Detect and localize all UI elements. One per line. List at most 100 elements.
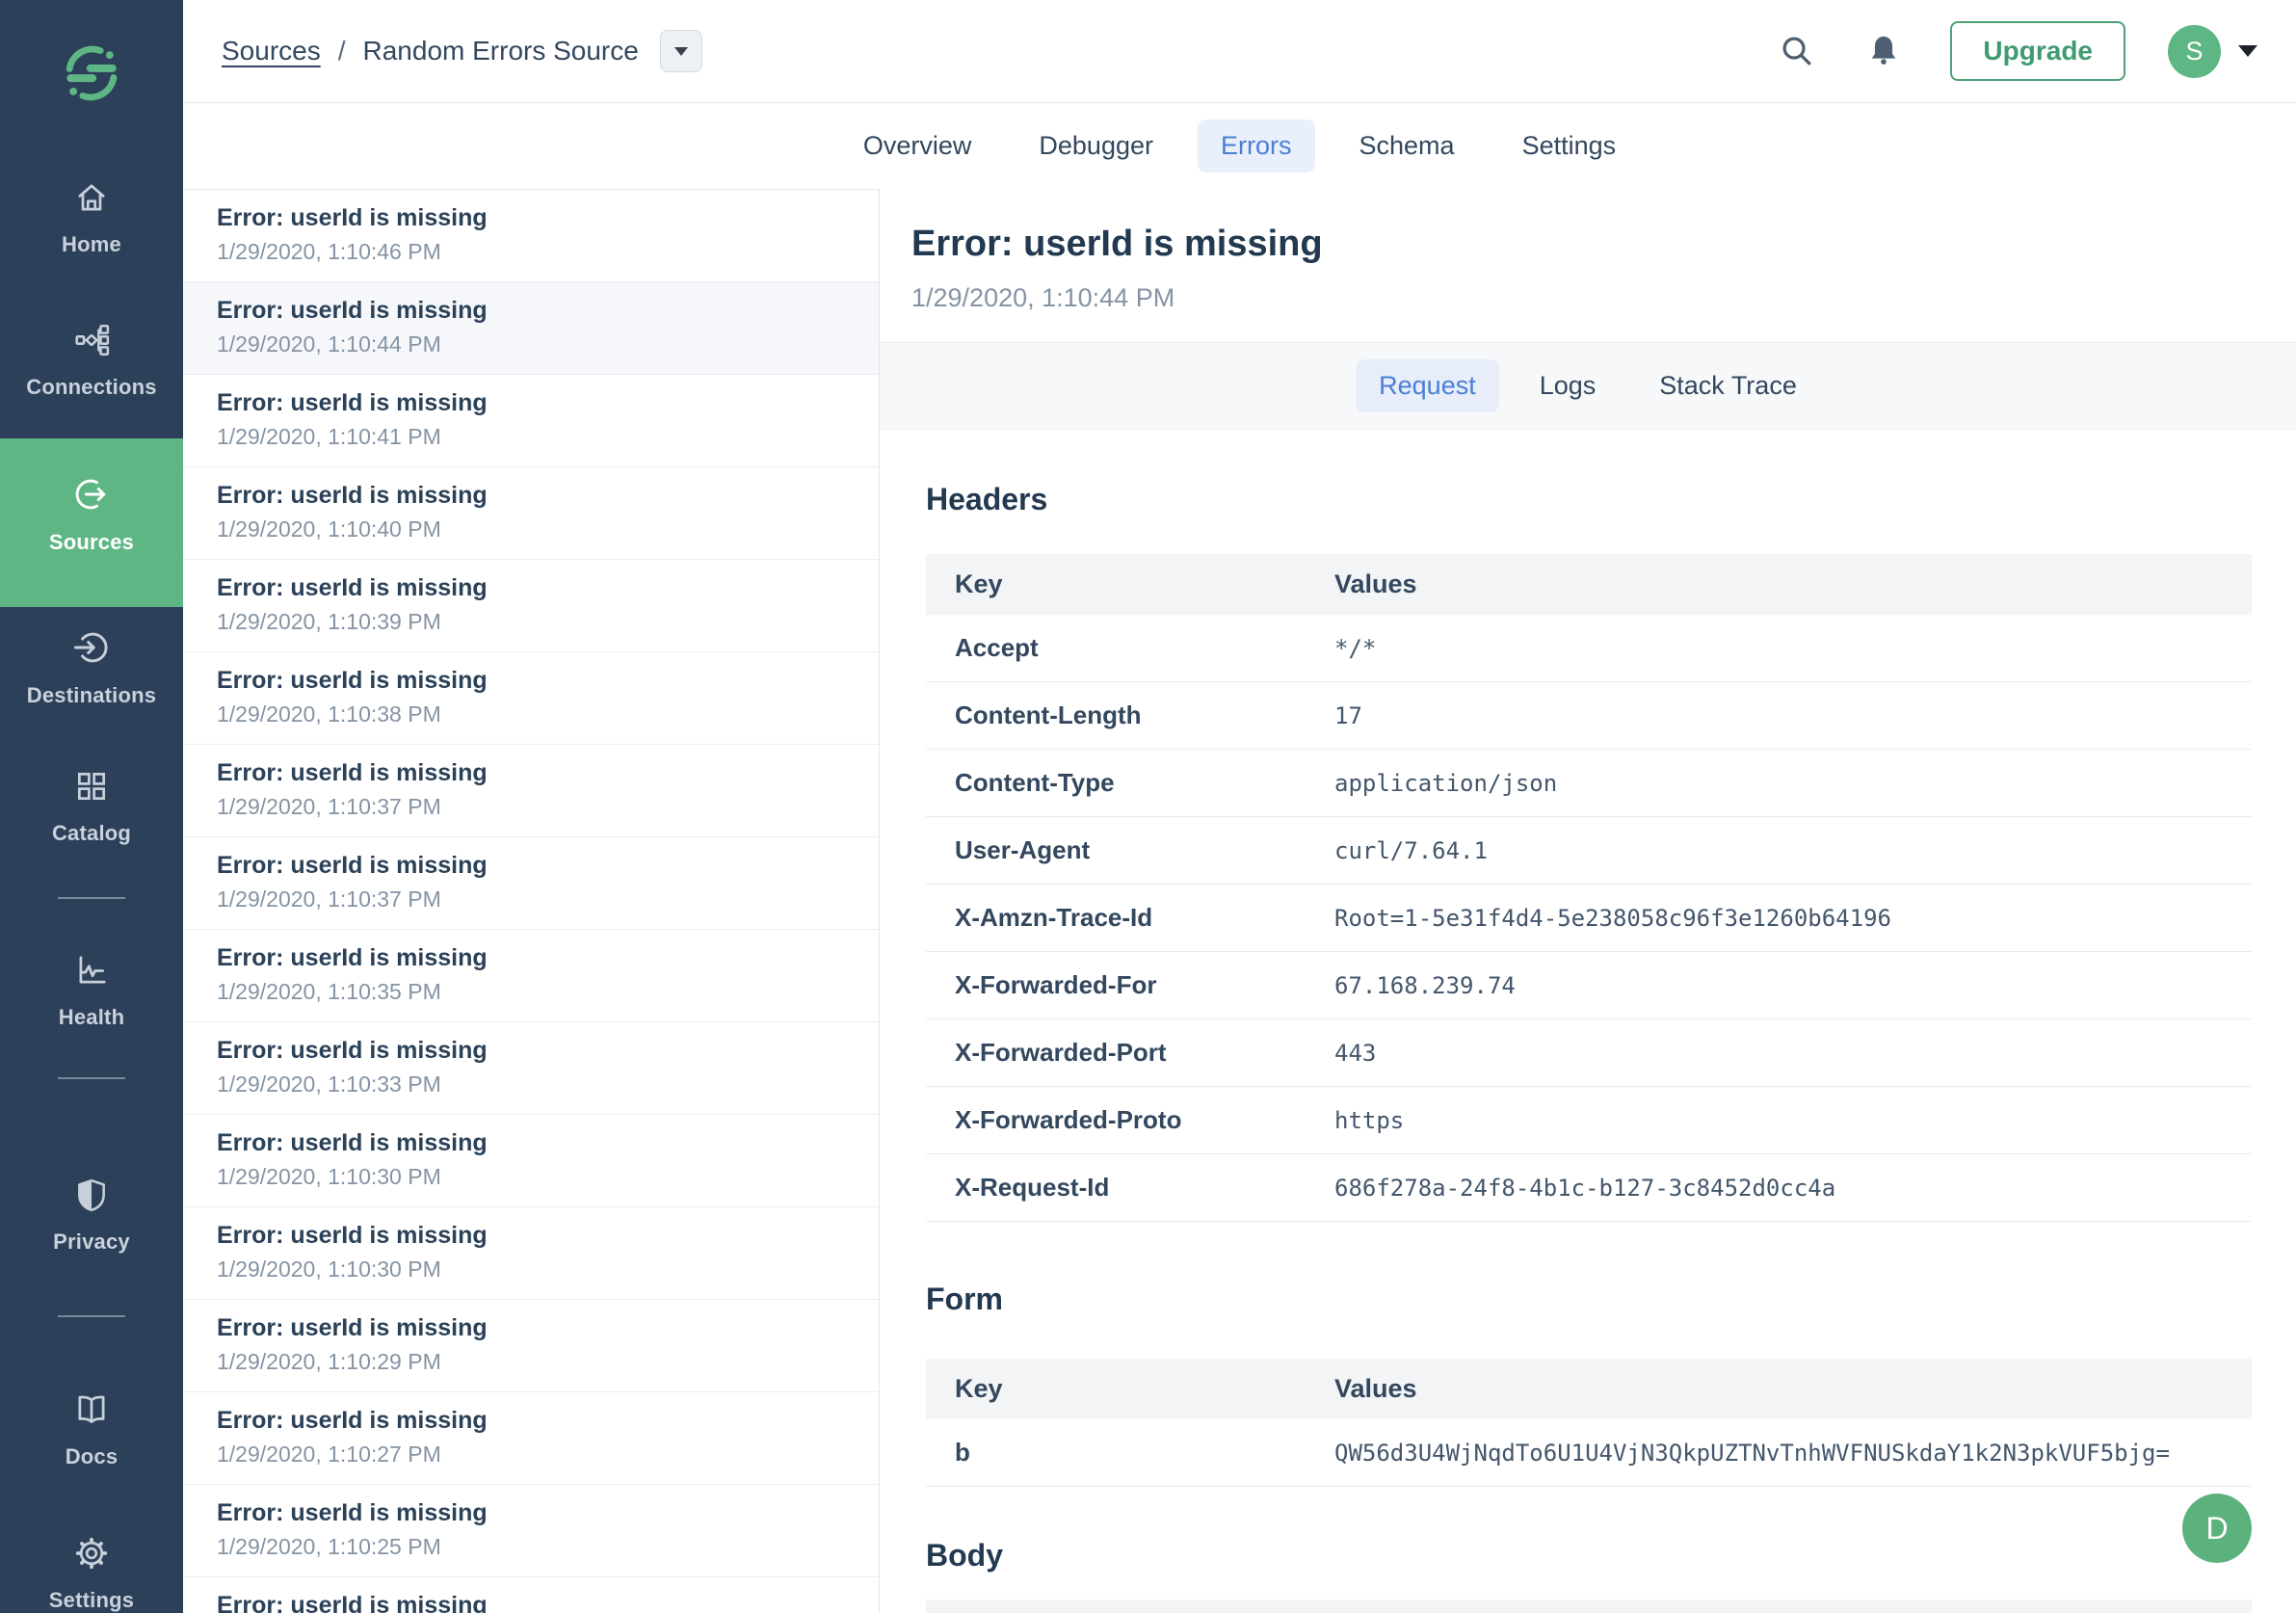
tab-schema[interactable]: Schema bbox=[1336, 119, 1478, 172]
sidebar-item-sources[interactable]: Sources bbox=[0, 438, 183, 607]
shield-icon bbox=[73, 1177, 110, 1213]
sidebar-item-connections[interactable]: Connections bbox=[0, 322, 183, 400]
table-row: User-Agent curl/7.64.1 bbox=[926, 817, 2252, 885]
header-value-cell: Root=1-5e31f4d4-5e238058c96f3e1260b64196 bbox=[1334, 904, 1891, 932]
list-item[interactable]: Error: userId is missing 1/29/2020, 1:10… bbox=[183, 190, 879, 282]
destinations-icon bbox=[72, 628, 111, 667]
error-timestamp: 1/29/2020, 1:10:37 PM bbox=[217, 886, 441, 912]
sidebar-item-docs[interactable]: Docs bbox=[0, 1391, 183, 1469]
headers-section-heading: Headers bbox=[926, 482, 1048, 516]
table-row: Content-Length 17 bbox=[926, 682, 2252, 750]
list-item[interactable]: Error: userId is missing 1/29/2020, 1:10… bbox=[183, 1485, 879, 1577]
error-title: Error: userId is missing bbox=[217, 1592, 488, 1613]
book-icon bbox=[73, 1391, 110, 1428]
breadcrumb: Sources / Random Errors Source bbox=[222, 30, 702, 72]
table-row: Content-Type application/json bbox=[926, 750, 2252, 817]
header-value-cell: https bbox=[1334, 1106, 1405, 1134]
tab-debugger[interactable]: Debugger bbox=[1016, 119, 1176, 172]
header-value-cell: 17 bbox=[1334, 701, 1362, 729]
error-timestamp: 1/29/2020, 1:10:40 PM bbox=[217, 516, 441, 542]
error-list: Error: userId is missing 1/29/2020, 1:10… bbox=[183, 189, 880, 1613]
sidebar-item-label: Destinations bbox=[26, 683, 157, 707]
error-title: Error: userId is missing bbox=[217, 574, 488, 601]
sidebar-item-label: Home bbox=[62, 232, 121, 256]
subtab-request[interactable]: Request bbox=[1356, 359, 1499, 412]
list-item[interactable]: Error: userId is missing 1/29/2020, 1:10… bbox=[183, 1392, 879, 1485]
health-icon bbox=[73, 952, 110, 989]
source-menu-button[interactable] bbox=[659, 30, 702, 72]
list-item[interactable]: Error: userId is missing 1/29/2020, 1:10… bbox=[183, 1022, 879, 1115]
list-item[interactable]: Error: userId is missing 1/29/2020, 1:10… bbox=[183, 1207, 879, 1300]
list-item[interactable]: Error: userId is missing 1/29/2020, 1:10… bbox=[183, 282, 879, 375]
breadcrumb-current: Random Errors Source bbox=[362, 36, 639, 66]
caret-down-icon[interactable] bbox=[2238, 45, 2257, 57]
sidebar-item-label: Health bbox=[58, 1005, 125, 1029]
body-table-header-partial bbox=[926, 1600, 2252, 1613]
sidebar-item-catalog[interactable]: Catalog bbox=[0, 768, 183, 846]
header-key-cell: X-Forwarded-For bbox=[955, 970, 1157, 999]
error-timestamp: 1/29/2020, 1:10:37 PM bbox=[217, 794, 441, 819]
list-item[interactable]: Error: userId is missing 1/29/2020, 1:10… bbox=[183, 1115, 879, 1207]
header-key-cell: X-Request-Id bbox=[955, 1173, 1110, 1202]
list-item[interactable]: Error: userId is missing 1/29/2020, 1:10… bbox=[183, 1300, 879, 1392]
list-item[interactable]: Error: userId is missing 1/29/2020, 1:10… bbox=[183, 745, 879, 837]
search-icon[interactable] bbox=[1777, 31, 1817, 71]
chat-widget-button[interactable]: D bbox=[2182, 1494, 2252, 1563]
bell-icon[interactable] bbox=[1863, 31, 1904, 71]
error-title: Error: userId is missing bbox=[217, 667, 488, 694]
breadcrumb-separator: / bbox=[337, 36, 346, 66]
sources-icon bbox=[72, 475, 111, 514]
error-detail-panel: Error: userId is missing 1/29/2020, 1:10… bbox=[880, 189, 2296, 1613]
list-item[interactable]: Error: userId is missing 1/29/2020, 1:10… bbox=[183, 930, 879, 1022]
sidebar-item-destinations[interactable]: Destinations bbox=[0, 628, 183, 708]
home-icon bbox=[73, 179, 110, 216]
header-key-cell: Content-Length bbox=[955, 701, 1142, 729]
header-value-cell: application/json bbox=[1334, 769, 1558, 797]
header-value-cell: 443 bbox=[1334, 1039, 1377, 1067]
upgrade-button[interactable]: Upgrade bbox=[1950, 21, 2125, 81]
error-title: Error: userId is missing bbox=[217, 1499, 488, 1526]
detail-subtabs: Request Logs Stack Trace bbox=[880, 342, 2296, 430]
form-key-cell: b bbox=[955, 1438, 970, 1467]
sidebar-item-home[interactable]: Home bbox=[0, 179, 183, 257]
list-item[interactable]: Error: userId is missing 1/29/2020, 1:10… bbox=[183, 652, 879, 745]
headers-table: Key Values Accept */* Content-Length 17 … bbox=[926, 554, 2252, 1222]
list-item[interactable]: Error: userId is missing 1/29/2020, 1:10… bbox=[183, 837, 879, 930]
column-header-key: Key bbox=[955, 1374, 1003, 1403]
list-item[interactable]: Error: userId is missing bbox=[183, 1577, 879, 1613]
error-timestamp: 1/29/2020, 1:10:27 PM bbox=[217, 1441, 441, 1467]
subtab-stack-trace[interactable]: Stack Trace bbox=[1636, 359, 1820, 412]
list-item[interactable]: Error: userId is missing 1/29/2020, 1:10… bbox=[183, 467, 879, 560]
error-title: Error: userId is missing bbox=[217, 1222, 488, 1249]
error-timestamp: 1/29/2020, 1:10:38 PM bbox=[217, 701, 441, 727]
avatar[interactable]: S bbox=[2168, 24, 2221, 78]
header-key-cell: User-Agent bbox=[955, 835, 1091, 864]
sidebar: Home Connections Sources Destinations Ca… bbox=[0, 0, 183, 1613]
column-header-values: Values bbox=[1334, 569, 1417, 598]
table-row: b QW56d3U4WjNqdTo6U1U4VjN3QkpUZTNvTnhWVF… bbox=[926, 1419, 2252, 1487]
list-item[interactable]: Error: userId is missing 1/29/2020, 1:10… bbox=[183, 375, 879, 467]
sidebar-item-health[interactable]: Health bbox=[0, 952, 183, 1030]
form-table-body: b QW56d3U4WjNqdTo6U1U4VjN3QkpUZTNvTnhWVF… bbox=[926, 1419, 2252, 1487]
body-section-heading: Body bbox=[926, 1538, 1003, 1573]
detail-timestamp: 1/29/2020, 1:10:44 PM bbox=[911, 283, 1175, 312]
table-header-row: Key Values bbox=[926, 554, 2252, 615]
sidebar-item-settings[interactable]: Settings bbox=[0, 1535, 183, 1613]
tab-overview[interactable]: Overview bbox=[840, 119, 995, 172]
tab-settings[interactable]: Settings bbox=[1499, 119, 1640, 172]
segment-logo[interactable] bbox=[0, 42, 183, 104]
error-title: Error: userId is missing bbox=[217, 482, 488, 509]
tab-errors[interactable]: Errors bbox=[1198, 119, 1315, 172]
breadcrumb-sources-link[interactable]: Sources bbox=[222, 36, 321, 66]
source-tabs: Overview Debugger Errors Schema Settings bbox=[183, 103, 2296, 189]
subtab-logs[interactable]: Logs bbox=[1517, 359, 1620, 412]
table-row: Accept */* bbox=[926, 615, 2252, 682]
table-row: X-Request-Id 686f278a-24f8-4b1c-b127-3c8… bbox=[926, 1154, 2252, 1222]
sidebar-item-privacy[interactable]: Privacy bbox=[0, 1177, 183, 1255]
list-item[interactable]: Error: userId is missing 1/29/2020, 1:10… bbox=[183, 560, 879, 652]
header-key-cell: Accept bbox=[955, 633, 1039, 662]
sidebar-item-label: Privacy bbox=[53, 1230, 130, 1254]
error-title: Error: userId is missing bbox=[217, 1037, 488, 1064]
headers-table-body: Accept */* Content-Length 17 Content-Typ… bbox=[926, 615, 2252, 1222]
error-title: Error: userId is missing bbox=[217, 759, 488, 786]
